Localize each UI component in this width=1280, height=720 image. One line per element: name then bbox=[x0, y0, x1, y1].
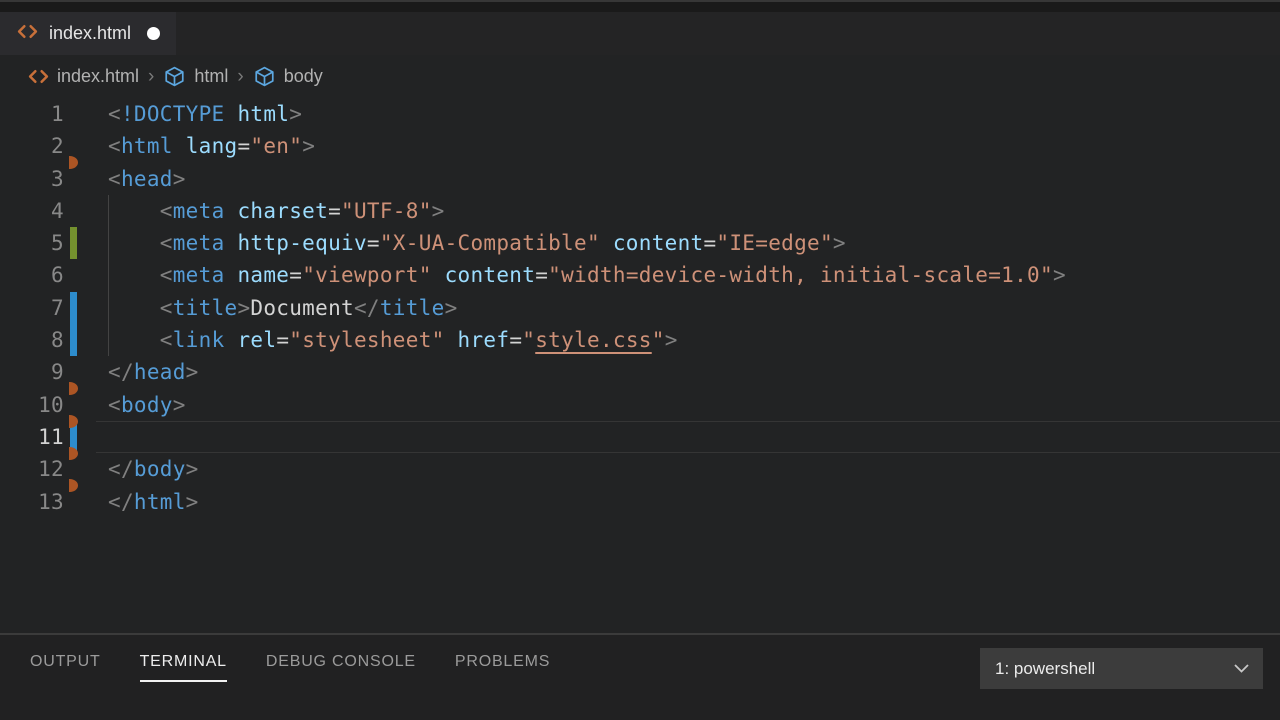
code-line-5[interactable]: 5 <meta http-equiv="X-UA-Compatible" con… bbox=[0, 227, 1280, 259]
code-line-7[interactable]: 7 <title>Document</title> bbox=[0, 292, 1280, 324]
breadcrumb-label: body bbox=[284, 66, 323, 87]
line-number: 1 bbox=[0, 98, 64, 130]
line-number: 7 bbox=[0, 292, 64, 324]
code-icon bbox=[28, 68, 49, 85]
window-title-strip bbox=[0, 0, 1280, 12]
terminal-select[interactable]: 1: powershell bbox=[980, 648, 1263, 689]
breadcrumb-separator: › bbox=[148, 66, 154, 88]
code-text: <meta name="viewport" content="width=dev… bbox=[108, 259, 1280, 291]
cube-icon bbox=[253, 66, 276, 87]
gutter bbox=[64, 259, 108, 291]
gutter bbox=[64, 227, 108, 259]
line-number: 9 bbox=[0, 356, 64, 388]
gutter bbox=[64, 98, 108, 130]
code-text: </body> bbox=[108, 453, 1280, 485]
code-text: <link rel="stylesheet" href="style.css"> bbox=[108, 324, 1280, 356]
gutter bbox=[64, 324, 108, 356]
code-line-8[interactable]: 8 <link rel="stylesheet" href="style.css… bbox=[0, 324, 1280, 356]
gutter bbox=[64, 292, 108, 324]
line-number: 10 bbox=[0, 389, 64, 421]
modified-dot-icon[interactable] bbox=[147, 27, 160, 40]
editor-tab-bar: index.html bbox=[0, 12, 1280, 55]
line-number: 4 bbox=[0, 195, 64, 227]
code-editor: 1 <!DOCTYPE html> 2 <html lang="en"> 3 <head>… bbox=[0, 98, 1280, 633]
code-text: <meta charset="UTF-8"> bbox=[108, 195, 1280, 227]
code-line-11[interactable]: 11 bbox=[0, 421, 1280, 453]
breadcrumb-label: html bbox=[194, 66, 228, 87]
line-number: 2 bbox=[0, 130, 64, 162]
breadcrumb-label: index.html bbox=[57, 66, 139, 87]
code-text: <body> bbox=[108, 389, 1280, 421]
line-number: 11 bbox=[0, 421, 64, 453]
breadcrumb-item-body[interactable]: body bbox=[253, 66, 323, 87]
breadcrumb: index.html › html › body bbox=[0, 55, 1280, 98]
panel-tab-problems[interactable]: PROBLEMS bbox=[455, 653, 550, 682]
gutter bbox=[64, 195, 108, 227]
code-line-10[interactable]: 10 <body> bbox=[0, 389, 1280, 421]
code-text: </head> bbox=[108, 356, 1280, 388]
code-text: <!DOCTYPE html> bbox=[108, 98, 1280, 130]
terminal-select-value: 1: powershell bbox=[995, 659, 1095, 679]
breadcrumb-separator: › bbox=[237, 66, 243, 88]
current-line-highlight bbox=[96, 421, 1280, 453]
bottom-panel: OUTPUT TERMINAL DEBUG CONSOLE PROBLEMS 1: p… bbox=[0, 633, 1280, 720]
panel-tab-output[interactable]: OUTPUT bbox=[30, 653, 101, 682]
git-modified-indicator bbox=[70, 292, 77, 324]
line-number: 6 bbox=[0, 259, 64, 291]
code-line-6[interactable]: 6 <meta name="viewport" content="width=d… bbox=[0, 259, 1280, 291]
code-text: <html lang="en"> bbox=[108, 130, 1280, 162]
panel-tab-terminal[interactable]: TERMINAL bbox=[140, 653, 227, 682]
line-number: 13 bbox=[0, 486, 64, 518]
html-code-icon bbox=[17, 23, 38, 45]
chevron-down-icon bbox=[1234, 664, 1249, 673]
code-text: </html> bbox=[108, 486, 1280, 518]
line-number: 5 bbox=[0, 227, 64, 259]
line-number: 12 bbox=[0, 453, 64, 485]
tab-label: index.html bbox=[49, 23, 131, 44]
code-line-1[interactable]: 1 <!DOCTYPE html> bbox=[0, 98, 1280, 130]
git-added-indicator bbox=[70, 227, 77, 259]
indent-guide bbox=[108, 195, 109, 357]
cube-icon bbox=[163, 66, 186, 87]
breadcrumb-item-html[interactable]: html bbox=[163, 66, 228, 87]
tab-index-html[interactable]: index.html bbox=[0, 12, 176, 55]
breadcrumb-item-index-html[interactable]: index.html bbox=[28, 66, 139, 87]
code-line-2[interactable]: 2 <html lang="en"> bbox=[0, 130, 1280, 162]
code-text: <head> bbox=[108, 163, 1280, 195]
code-text: <meta http-equiv="X-UA-Compatible" conte… bbox=[108, 227, 1280, 259]
line-number: 8 bbox=[0, 324, 64, 356]
code-line-13[interactable]: 13 </html> bbox=[0, 486, 1280, 518]
code-line-12[interactable]: 12 </body> bbox=[0, 453, 1280, 485]
code-line-9[interactable]: 9 </head> bbox=[0, 356, 1280, 388]
line-number: 3 bbox=[0, 163, 64, 195]
git-modified-indicator bbox=[70, 324, 77, 356]
code-line-3[interactable]: 3 <head> bbox=[0, 163, 1280, 195]
code-text: <title>Document</title> bbox=[108, 292, 1280, 324]
code-line-4[interactable]: 4 <meta charset="UTF-8"> bbox=[0, 195, 1280, 227]
panel-tab-debug-console[interactable]: DEBUG CONSOLE bbox=[266, 653, 416, 682]
